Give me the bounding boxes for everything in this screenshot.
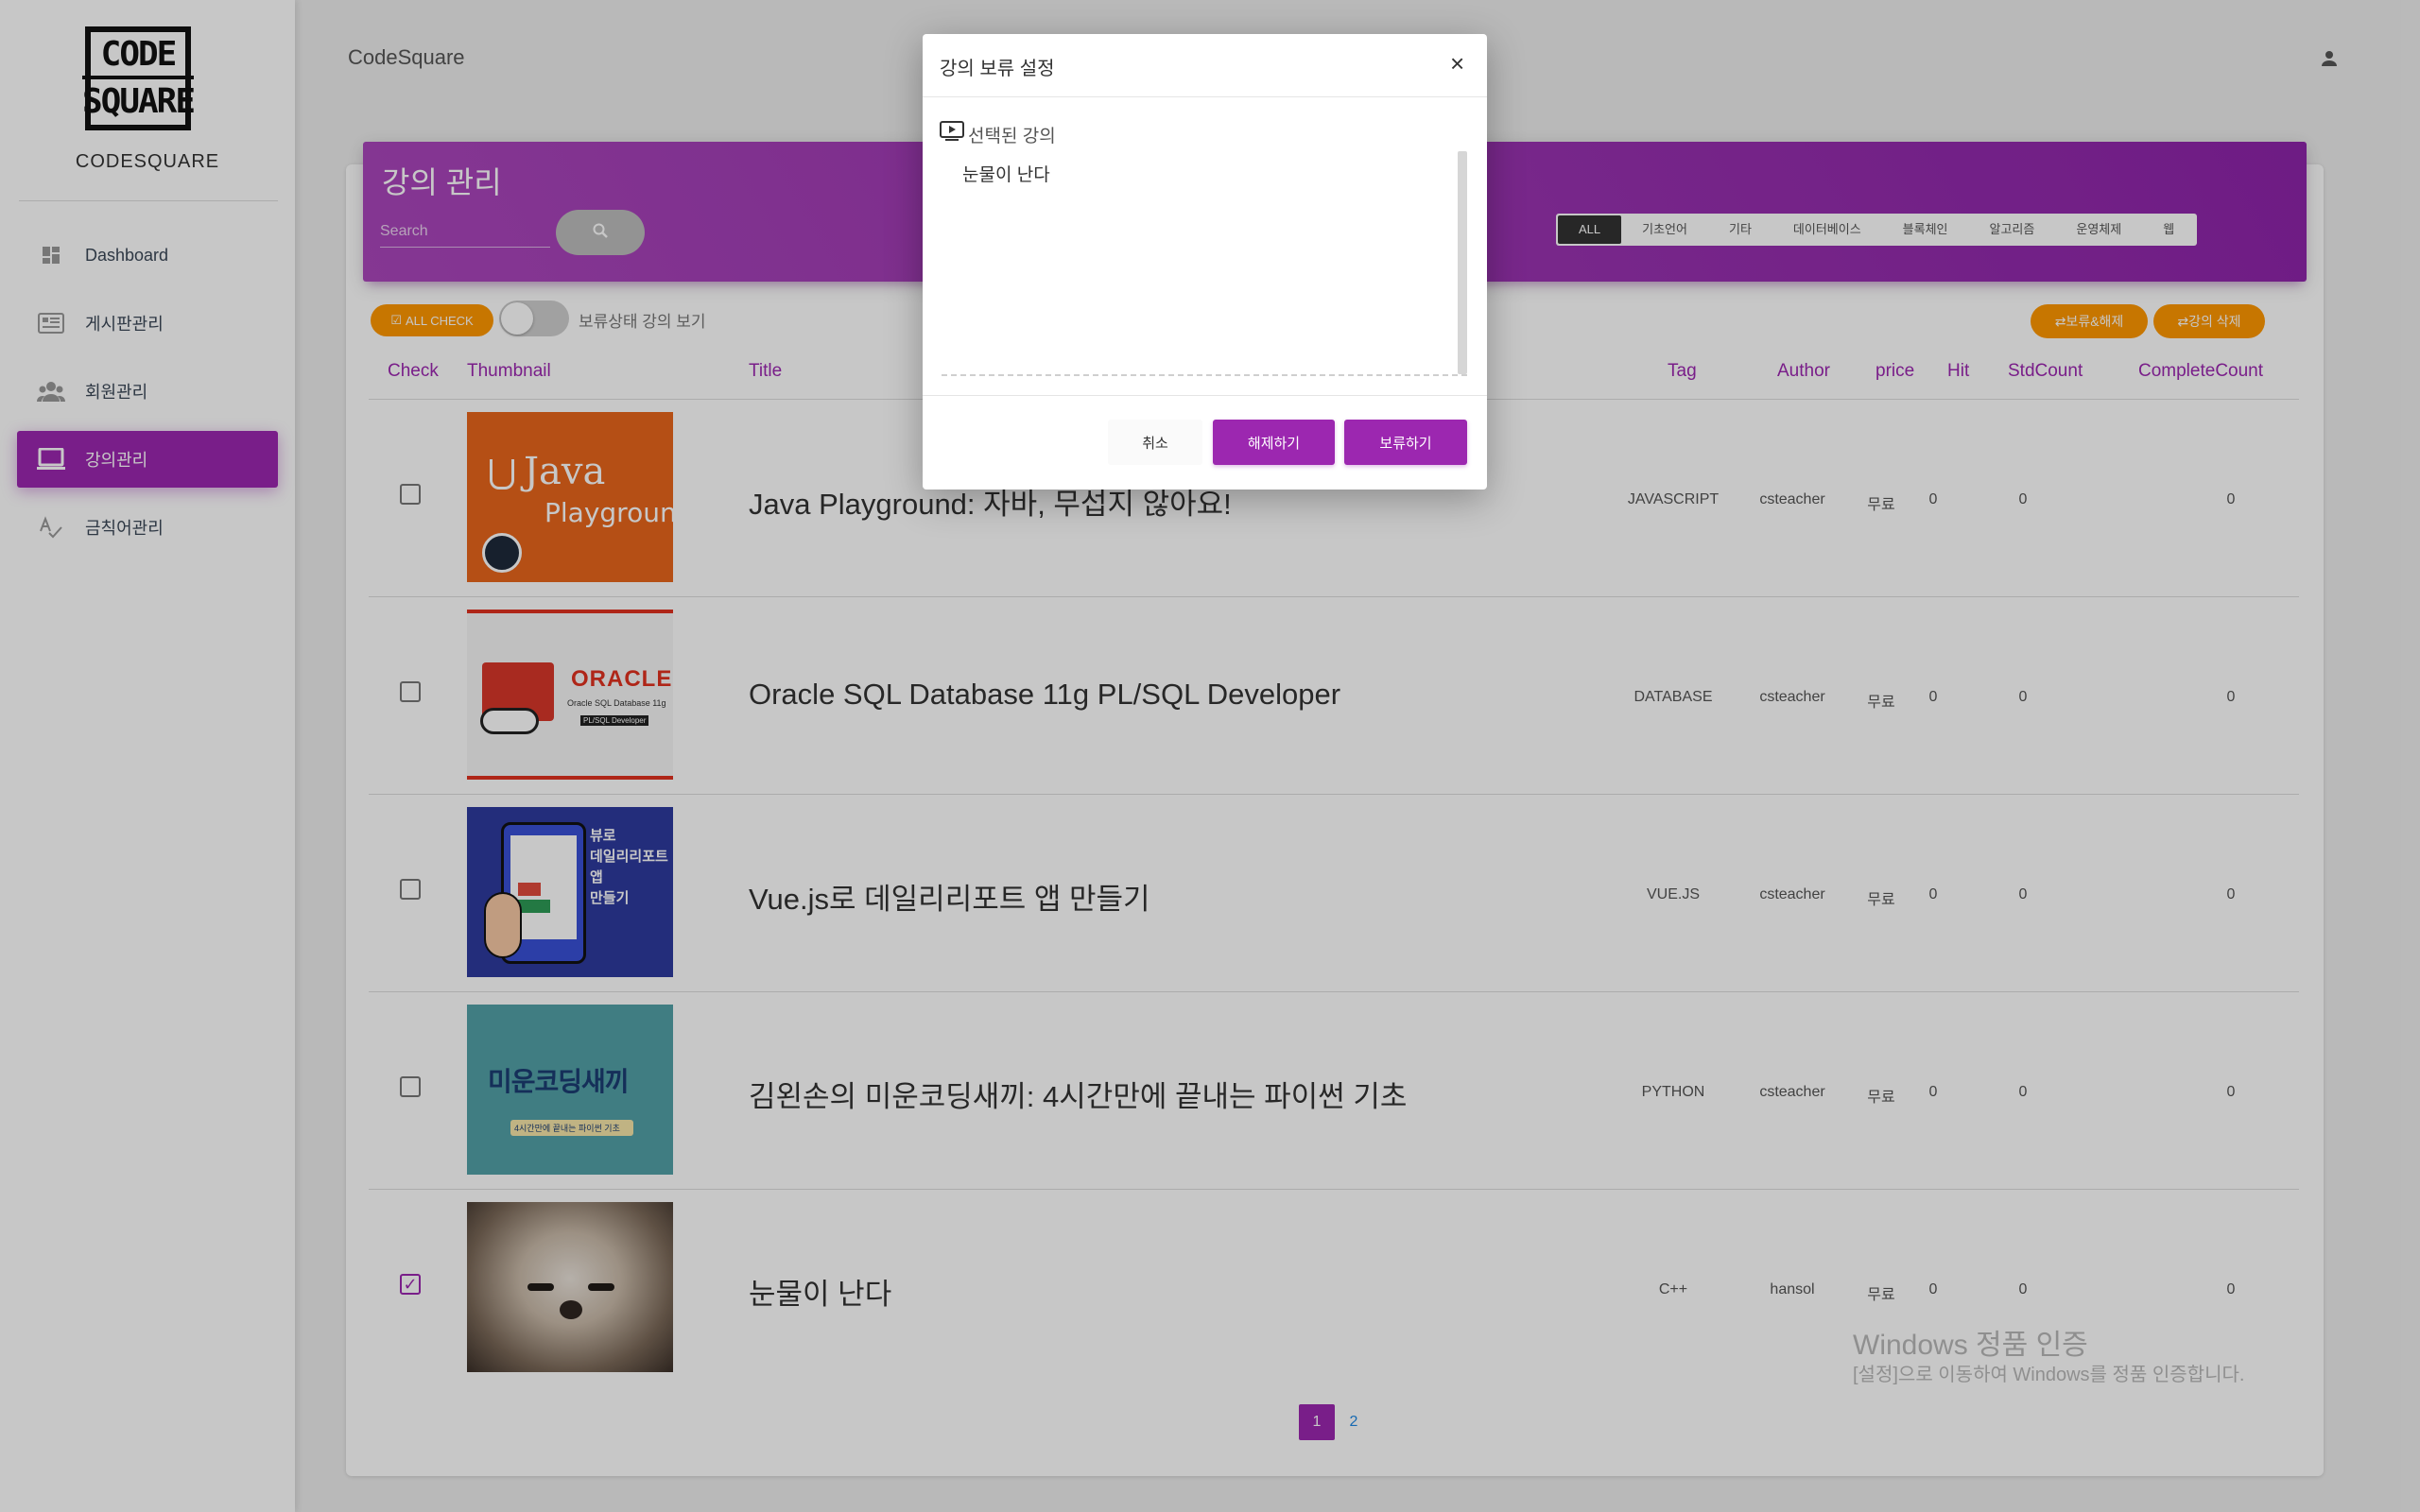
close-icon[interactable]: × <box>1450 51 1464 76</box>
modal-footer-divider <box>923 395 1487 396</box>
hold-button[interactable]: 보류하기 <box>1344 420 1467 465</box>
modal-subtitle: 선택된 강의 <box>940 121 1056 147</box>
modal-dashed-divider <box>942 374 1467 376</box>
modal-subtitle-text: 선택된 강의 <box>968 126 1056 146</box>
video-icon <box>940 121 964 147</box>
modal-scrollbar[interactable] <box>1458 151 1467 374</box>
release-button[interactable]: 해제하기 <box>1213 420 1335 465</box>
modal-header-divider <box>923 96 1487 97</box>
modal-title: 강의 보류 설정 <box>940 59 1055 79</box>
hold-settings-modal: 강의 보류 설정 × 선택된 강의 눈물이 난다 취소 해제하기 보류하기 <box>923 34 1487 490</box>
cancel-button[interactable]: 취소 <box>1108 420 1202 465</box>
selected-lecture-item: 눈물이 난다 <box>962 165 1050 185</box>
